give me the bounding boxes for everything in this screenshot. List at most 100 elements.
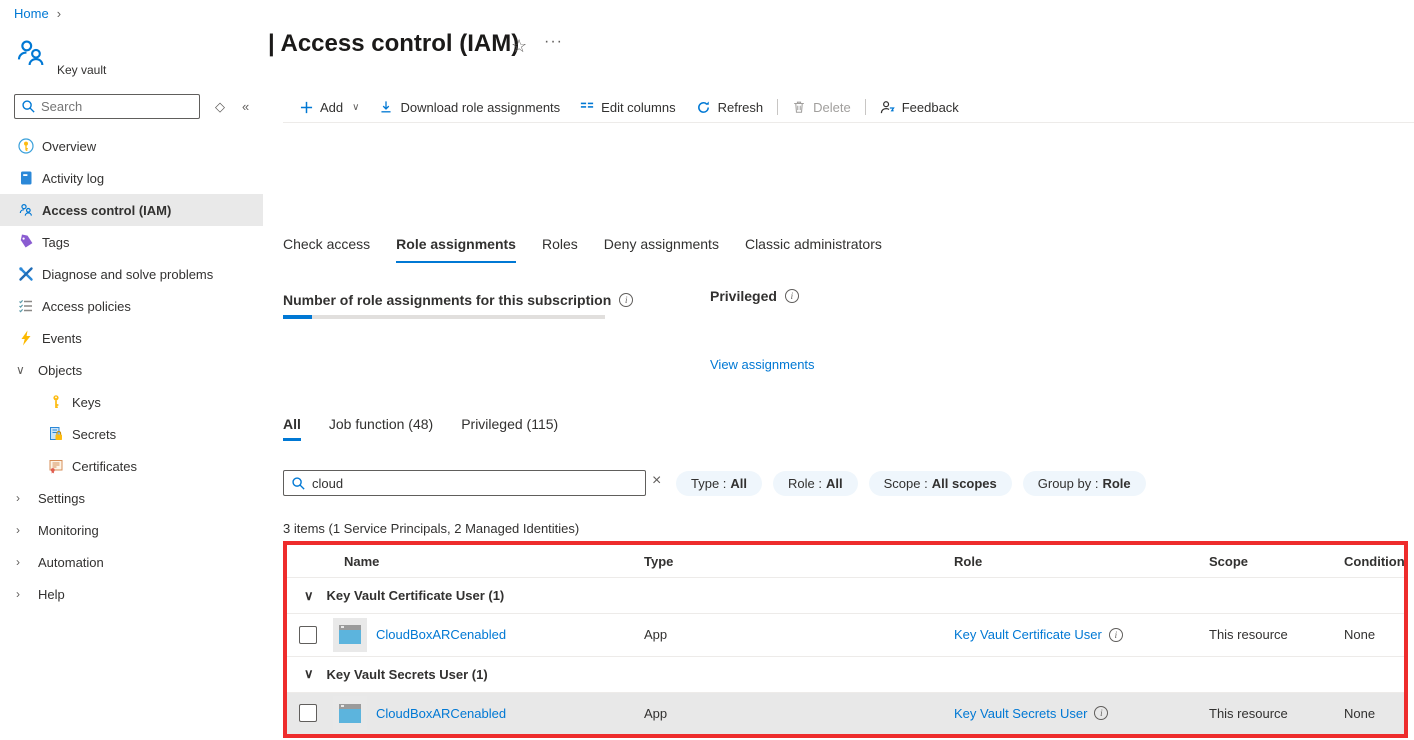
pill-label: Group by : [1037, 476, 1099, 491]
tab-roles[interactable]: Roles [542, 236, 578, 263]
sidebar-item-keys[interactable]: Keys [0, 386, 263, 418]
privileged-label: Privileged [710, 288, 777, 304]
group-row-certificate-user[interactable]: ∨ Key Vault Certificate User (1) [287, 578, 1404, 614]
column-header-name[interactable]: Name [327, 554, 644, 569]
role-assignments-table: Name Type Role Scope Condition ∨ Key Vau… [283, 541, 1408, 738]
sidebar-search-input[interactable] [14, 94, 200, 119]
info-icon[interactable]: i [1094, 706, 1109, 721]
app-icon [333, 696, 367, 731]
sidebar-item-automation[interactable]: › Automation [0, 546, 263, 578]
refresh-button-label: Refresh [717, 99, 764, 115]
column-header-role[interactable]: Role [954, 554, 1209, 569]
column-header-type[interactable]: Type [644, 554, 954, 569]
sidebar-item-activity-log[interactable]: Activity log [0, 162, 263, 194]
diagnose-icon [18, 266, 34, 282]
tab-check-access[interactable]: Check access [283, 236, 370, 263]
events-icon [18, 330, 34, 346]
filter-pill-type[interactable]: Type : All [676, 471, 763, 496]
info-icon[interactable]: i [619, 293, 634, 307]
sidebar-item-certificates[interactable]: Certificates [0, 450, 263, 482]
chevron-right-icon: › [16, 555, 20, 569]
sidebar-item-tags[interactable]: Tags [0, 226, 263, 258]
more-options-icon[interactable]: ··· [544, 33, 563, 51]
group-label: Key Vault Certificate User (1) [326, 588, 505, 603]
assignment-type: App [644, 705, 668, 721]
collapse-sidebar-icon[interactable]: « [242, 99, 249, 114]
progress-fill [283, 315, 312, 319]
sidebar-item-label: Overview [42, 138, 97, 154]
refresh-button[interactable]: Refresh [686, 100, 774, 115]
assignment-type: App [644, 627, 668, 643]
sidebar-item-settings[interactable]: › Settings [0, 482, 263, 514]
subtab-all[interactable]: All [283, 416, 301, 441]
search-icon [21, 99, 36, 117]
table-header-row: Name Type Role Scope Condition [287, 545, 1405, 578]
sidebar-menu: Overview Activity log Access control (IA… [0, 130, 263, 610]
column-header-scope[interactable]: Scope [1209, 554, 1344, 569]
chevron-down-icon: ∨ [304, 666, 314, 681]
assignment-scope: This resource [1209, 705, 1288, 721]
pill-label: Role : [788, 476, 823, 491]
clear-search-icon[interactable]: × [652, 472, 661, 490]
table-row[interactable]: CloudBoxARCenabled App Key Vault Certifi… [287, 614, 1404, 657]
view-assignments-link[interactable]: View assignments [710, 357, 815, 372]
subtab-job-function[interactable]: Job function (48) [329, 416, 433, 441]
sidebar-item-label: Access policies [42, 298, 131, 314]
tab-classic-administrators[interactable]: Classic administrators [745, 236, 882, 263]
assignment-search-input[interactable] [283, 470, 646, 496]
row-checkbox[interactable] [299, 625, 317, 644]
chevron-down-icon: ∨ [352, 101, 360, 113]
assignment-condition: None [1344, 627, 1376, 643]
search-icon [291, 476, 306, 494]
edit-columns-button[interactable]: Edit columns [570, 100, 685, 115]
sidebar-item-label: Monitoring [38, 522, 99, 538]
sidebar-item-label: Tags [42, 234, 70, 250]
column-header-condition[interactable]: Condition [1344, 554, 1405, 569]
filter-pill-role[interactable]: Role : All [773, 471, 858, 496]
group-row-secrets-user[interactable]: ∨ Key Vault Secrets User (1) [287, 657, 1404, 693]
sidebar-item-diagnose[interactable]: Diagnose and solve problems [0, 258, 263, 290]
sidebar-item-access-control-iam[interactable]: Access control (IAM) [0, 194, 263, 226]
tags-icon [18, 234, 34, 250]
assignment-name-link[interactable]: CloudBoxARCenabled [376, 627, 506, 642]
download-button-label: Download role assignments [400, 99, 561, 115]
sidebar-item-events[interactable]: Events [0, 322, 263, 354]
table-row[interactable]: CloudBoxARCenabled App Key Vault Secrets… [287, 692, 1404, 734]
privileged-title: Privileged i [710, 288, 799, 304]
subtab-privileged[interactable]: Privileged (115) [461, 416, 558, 441]
access-policies-icon [18, 298, 34, 314]
pill-value: All [730, 476, 748, 491]
info-icon[interactable]: i [1108, 627, 1123, 642]
add-button[interactable]: Add ∨ [290, 100, 369, 115]
toolbar-divider [864, 99, 866, 115]
breadcrumb-home-link[interactable]: Home [14, 6, 49, 21]
favorite-star-icon[interactable]: ☆ [511, 36, 527, 57]
sidebar-item-overview[interactable]: Overview [0, 130, 263, 162]
sidebar-item-label: Diagnose and solve problems [42, 266, 214, 282]
assignment-role-link[interactable]: Key Vault Certificate User [954, 627, 1102, 642]
pill-value: All [826, 476, 843, 491]
sidebar-item-access-policies[interactable]: Access policies [0, 290, 263, 322]
feedback-button[interactable]: Feedback [870, 100, 969, 115]
filter-pill-group-by[interactable]: Group by : Role [1022, 471, 1146, 496]
chevron-right-icon: › [16, 523, 20, 537]
info-icon[interactable]: i [784, 289, 799, 303]
sidebar-item-monitoring[interactable]: › Monitoring [0, 514, 263, 546]
secrets-icon [48, 426, 64, 442]
sidebar-item-help[interactable]: › Help [0, 578, 263, 610]
app-icon [333, 617, 367, 652]
download-role-assignments-button[interactable]: Download role assignments [369, 100, 570, 115]
breadcrumb: Home › [14, 6, 61, 21]
sidebar-item-secrets[interactable]: Secrets [0, 418, 263, 450]
row-checkbox[interactable] [299, 704, 317, 723]
filter-pill-scope[interactable]: Scope : All scopes [868, 471, 1012, 496]
pin-icon[interactable]: ◇ [215, 99, 225, 115]
tab-role-assignments[interactable]: Role assignments [396, 236, 516, 263]
delete-button[interactable]: Delete [782, 100, 861, 115]
tab-deny-assignments[interactable]: Deny assignments [604, 236, 719, 263]
assignment-role-link[interactable]: Key Vault Secrets User [954, 706, 1087, 721]
sidebar-item-objects[interactable]: ∨ Objects [0, 354, 263, 386]
toolbar-divider [777, 99, 779, 115]
assignment-name-link[interactable]: CloudBoxARCenabled [376, 706, 506, 721]
role-assignments-progress-bar [283, 315, 605, 319]
